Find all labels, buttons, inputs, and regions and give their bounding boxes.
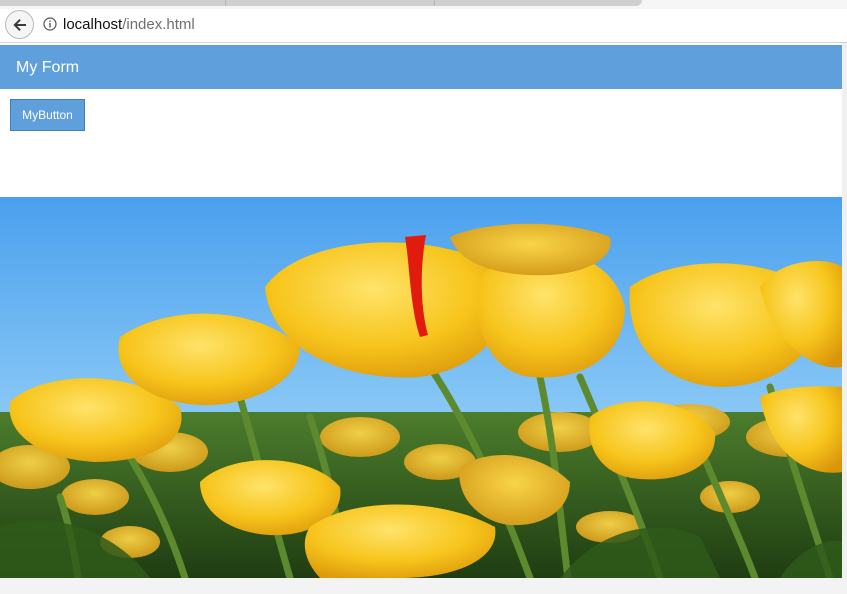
active-tab[interactable]: [0, 0, 642, 6]
address-bar[interactable]: localhost/index.html: [63, 16, 195, 34]
info-circle-icon[interactable]: [43, 17, 57, 31]
tab-separator: [225, 0, 226, 6]
url-path: /index.html: [122, 16, 195, 33]
scrollbar-track[interactable]: [842, 43, 847, 594]
bottom-bar: [0, 578, 847, 594]
back-button[interactable]: [5, 10, 34, 39]
tulips-image: [0, 197, 842, 578]
my-button[interactable]: MyButton: [10, 99, 85, 131]
form-header: My Form: [0, 45, 842, 89]
page-viewport: My Form MyButton: [0, 43, 842, 579]
arrow-left-icon: [12, 18, 26, 31]
url-host: localhost: [63, 16, 123, 33]
browser-toolbar: localhost/index.html: [0, 9, 847, 43]
form-title: My Form: [16, 59, 80, 76]
tab-strip: [0, 0, 847, 9]
tab-separator: [434, 0, 435, 6]
